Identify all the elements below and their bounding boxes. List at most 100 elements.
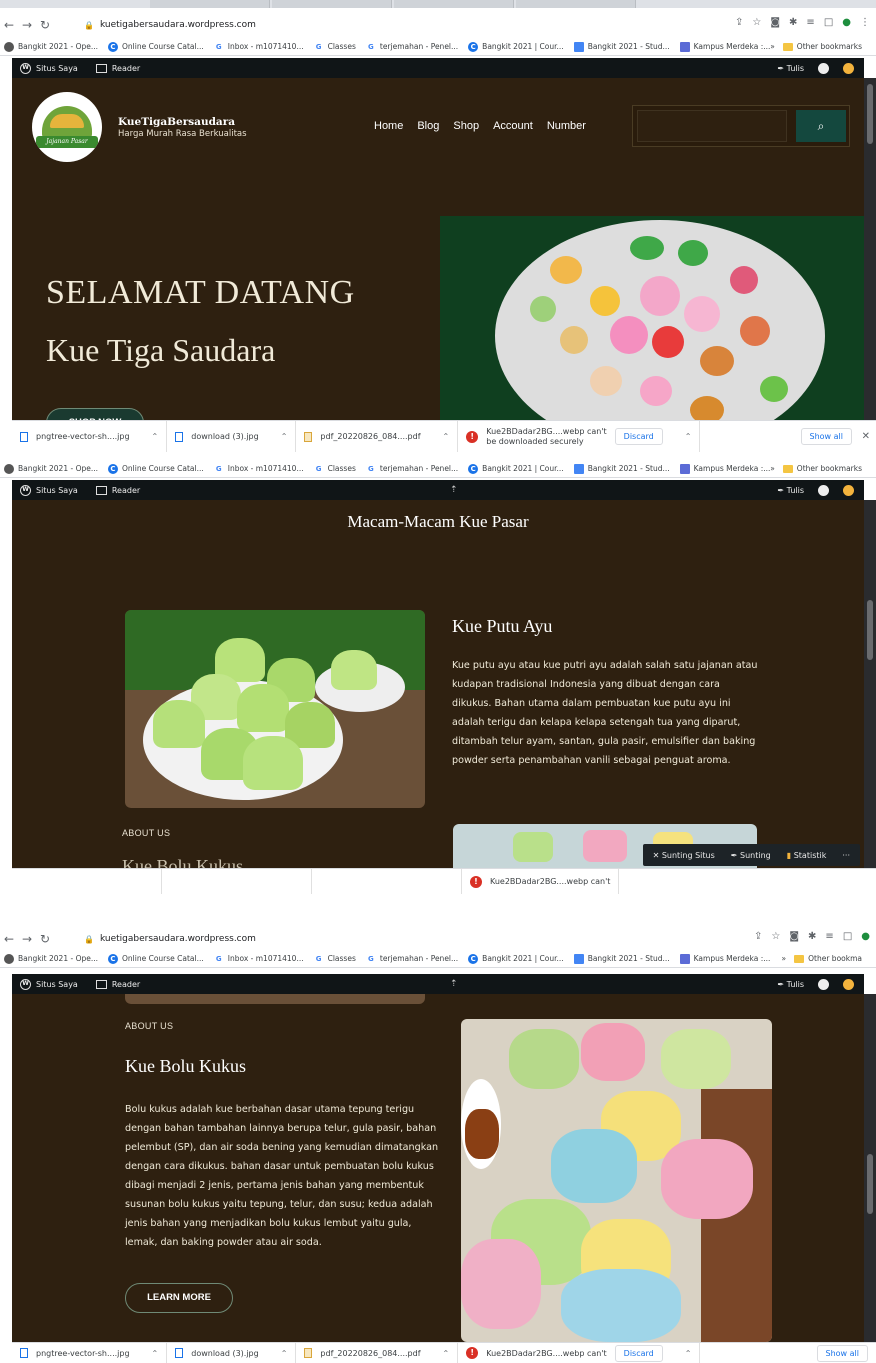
more-bookmarks-chevron[interactable]: » bbox=[782, 954, 787, 963]
download-item[interactable] bbox=[12, 869, 162, 894]
bookmark-item[interactable]: Gterjemahan - Penel... bbox=[365, 463, 458, 474]
chevron-up-icon[interactable]: ⌃ bbox=[152, 1349, 159, 1358]
page-scrollbar[interactable] bbox=[864, 994, 876, 1342]
write-link[interactable]: ✒ Tulis bbox=[777, 64, 804, 73]
page-scrollbar[interactable] bbox=[864, 78, 876, 420]
bookmark-item[interactable]: Bangkit 2021 - Ope... bbox=[4, 463, 98, 474]
download-item[interactable] bbox=[312, 869, 462, 894]
tab[interactable] bbox=[516, 0, 636, 8]
reload-icon[interactable]: ↻ bbox=[36, 18, 54, 32]
bookmark-item[interactable]: C Online Course Catal... bbox=[108, 953, 204, 964]
edit-site-link[interactable]: ✕ Sunting Situs bbox=[653, 851, 715, 860]
side-panel-icon[interactable]: □ bbox=[843, 931, 852, 942]
bookmark-item[interactable]: C Online Course Catal... bbox=[108, 463, 204, 474]
notifications-icon[interactable] bbox=[843, 484, 854, 496]
tab[interactable] bbox=[150, 0, 270, 8]
more-bookmarks-chevron[interactable]: » bbox=[770, 42, 775, 51]
my-site-link[interactable]: W Situs Saya bbox=[20, 978, 78, 990]
bookmark-item[interactable]: G Inbox - m1071410... bbox=[213, 41, 304, 52]
bookmark-item[interactable]: G Inbox - m1071410... bbox=[213, 463, 304, 474]
reading-list-icon[interactable]: ≡ bbox=[806, 17, 814, 28]
bookmark-item[interactable]: G Inbox - m1071410... bbox=[213, 953, 304, 964]
learn-more-button[interactable]: LEARN MORE bbox=[125, 1283, 233, 1313]
chevron-up-icon[interactable]: ⌃ bbox=[685, 432, 692, 441]
search-button[interactable]: ⌕ bbox=[796, 110, 846, 142]
shop-now-button[interactable]: SHOP NOW bbox=[46, 408, 144, 420]
site-logo[interactable]: Jajanan Pasar bbox=[32, 92, 102, 162]
show-all-button[interactable]: Show all bbox=[816, 1344, 868, 1362]
bookmark-item[interactable]: G Classes bbox=[313, 953, 356, 964]
my-site-link[interactable]: W Situs Saya bbox=[20, 484, 78, 496]
chevron-up-icon[interactable]: ⌃ bbox=[685, 1349, 692, 1358]
discard-button[interactable]: Discard bbox=[614, 1344, 663, 1362]
nav-home[interactable]: Home bbox=[374, 120, 403, 132]
close-icon[interactable]: ✕ bbox=[862, 431, 870, 442]
avatar[interactable] bbox=[818, 484, 829, 496]
pin-icon[interactable]: ⇡ bbox=[450, 979, 458, 989]
bookmark-item[interactable]: Kampus Merdeka :... bbox=[679, 41, 770, 52]
notifications-icon[interactable] bbox=[843, 62, 854, 74]
write-link[interactable]: ✒ Tulis bbox=[777, 980, 804, 989]
avatar[interactable] bbox=[818, 978, 829, 990]
chevron-up-icon[interactable]: ⌃ bbox=[443, 1349, 450, 1358]
bookmark-item[interactable]: G Classes bbox=[313, 463, 356, 474]
bookmark-item[interactable]: C Bangkit 2021 | Cour... bbox=[468, 463, 564, 474]
more-icon[interactable]: ··· bbox=[842, 851, 850, 860]
tab[interactable] bbox=[272, 0, 392, 8]
bookmark-item[interactable]: Bangkit 2021 - Stud... bbox=[573, 41, 670, 52]
notifications-icon[interactable] bbox=[843, 978, 854, 990]
download-item[interactable] bbox=[162, 869, 312, 894]
chevron-up-icon[interactable]: ⌃ bbox=[281, 432, 288, 441]
site-title[interactable]: KueTigaBersaudara bbox=[118, 116, 235, 128]
download-item[interactable]: download (3).jpg ⌃ bbox=[167, 421, 297, 452]
chevron-up-icon[interactable]: ⌃ bbox=[281, 1349, 288, 1358]
star-icon[interactable]: ☆ bbox=[752, 17, 761, 28]
stats-link[interactable]: ▮ Statistik bbox=[787, 851, 827, 860]
menu-icon[interactable]: ⋮ bbox=[860, 17, 870, 28]
pin-icon[interactable]: ⇡ bbox=[450, 485, 458, 495]
bookmark-item[interactable]: Bangkit 2021 - Stud... bbox=[573, 953, 670, 964]
write-link[interactable]: ✒ Tulis bbox=[777, 486, 804, 495]
nav-blog[interactable]: Blog bbox=[417, 120, 439, 132]
reading-list-icon[interactable]: ≡ bbox=[825, 931, 833, 942]
nav-shop[interactable]: Shop bbox=[453, 120, 479, 132]
back-icon[interactable]: ← bbox=[0, 18, 18, 32]
bookmark-item[interactable]: C Bangkit 2021 | Cour... bbox=[468, 41, 564, 52]
reader-link[interactable]: Reader bbox=[95, 63, 140, 73]
share-icon[interactable]: ⇪ bbox=[754, 931, 762, 942]
url-field[interactable]: 🔒 kuetigabersaudara.wordpress.com bbox=[84, 16, 726, 34]
camera-icon[interactable]: ◙ bbox=[789, 931, 799, 942]
download-item[interactable]: pngtree-vector-sh....jpg ⌃ bbox=[12, 1343, 168, 1363]
bookmark-item[interactable]: Bangkit 2021 - Ope... bbox=[4, 953, 98, 964]
bookmark-item[interactable]: C Online Course Catal... bbox=[108, 41, 204, 52]
search-input[interactable] bbox=[637, 110, 787, 142]
reader-link[interactable]: Reader bbox=[95, 979, 140, 989]
avatar[interactable] bbox=[818, 62, 829, 74]
bookmark-item[interactable]: Kampus Merdeka :... bbox=[679, 463, 770, 474]
scrollbar-thumb[interactable] bbox=[867, 1154, 873, 1214]
chevron-up-icon[interactable]: ⌃ bbox=[152, 432, 159, 441]
forward-icon[interactable]: → bbox=[18, 932, 36, 946]
bookmark-item[interactable]: Gterjemahan - Penel... bbox=[365, 953, 458, 964]
scrollbar-thumb[interactable] bbox=[867, 600, 873, 660]
share-icon[interactable]: ⇪ bbox=[735, 17, 743, 28]
download-item[interactable]: pngtree-vector-sh....jpg ⌃ bbox=[12, 421, 168, 452]
other-bookmarks[interactable]: Other bookmarks bbox=[782, 464, 862, 473]
star-icon[interactable]: ☆ bbox=[771, 931, 780, 942]
scrollbar-thumb[interactable] bbox=[867, 84, 873, 144]
profile-icon[interactable]: ● bbox=[842, 17, 851, 28]
download-item[interactable]: download (3).jpg ⌃ bbox=[167, 1343, 297, 1363]
discard-button[interactable]: Discard bbox=[614, 428, 663, 445]
chevron-up-icon[interactable]: ⌃ bbox=[443, 432, 450, 441]
back-icon[interactable]: ← bbox=[0, 932, 18, 946]
page-scrollbar[interactable] bbox=[864, 500, 876, 868]
profile-icon[interactable]: ● bbox=[861, 931, 870, 942]
extensions-icon[interactable]: ✱ bbox=[789, 17, 797, 28]
camera-icon[interactable]: ◙ bbox=[770, 17, 780, 28]
bookmark-item[interactable]: Kampus Merdeka :... bbox=[679, 953, 770, 964]
extensions-icon[interactable]: ✱ bbox=[808, 931, 816, 942]
more-bookmarks-chevron[interactable]: » bbox=[770, 464, 775, 473]
show-all-button[interactable]: Show all bbox=[800, 428, 852, 445]
bookmark-item[interactable]: Bangkit 2021 - Ope... bbox=[4, 41, 98, 52]
other-bookmarks[interactable]: Other bookmarks bbox=[782, 42, 862, 51]
